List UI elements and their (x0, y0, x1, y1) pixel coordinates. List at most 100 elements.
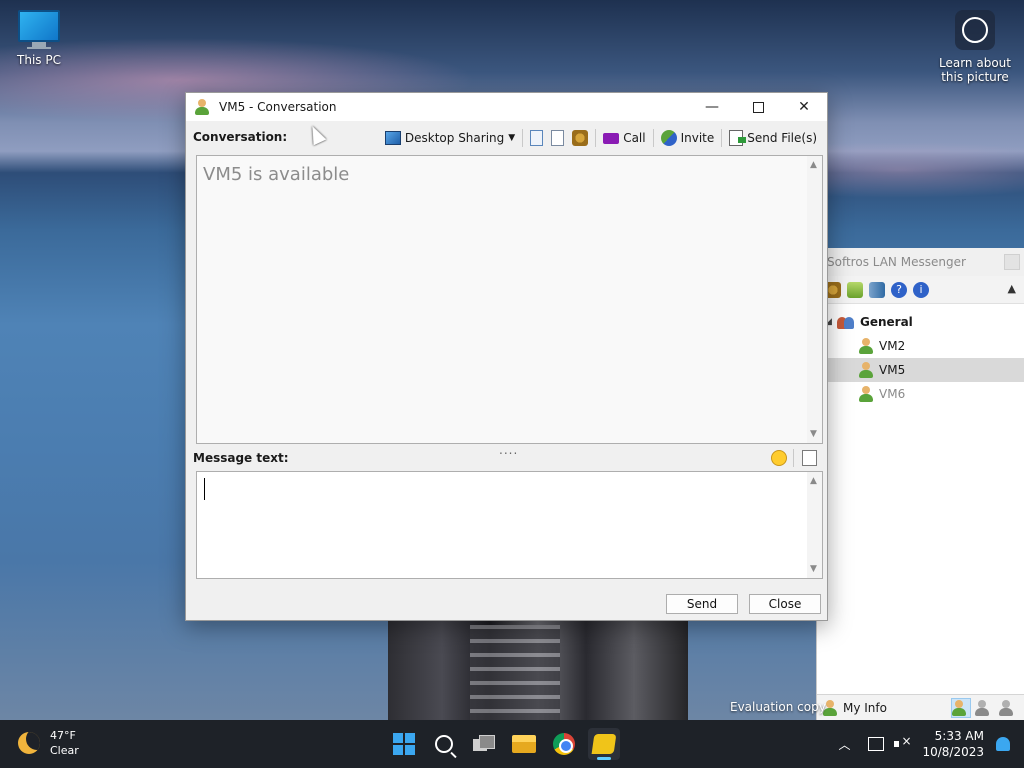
message-scrollbar[interactable]: ▲ ▼ (807, 472, 822, 578)
conversation-scrollbar[interactable]: ▲ ▼ (807, 156, 822, 443)
desktop-sharing-label: Desktop Sharing (404, 131, 505, 145)
system-tray: ︿ 5:33 AM 10/8/2023 (838, 720, 1024, 768)
conversation-window[interactable]: VM5 - Conversation — ✕ Conversation: Des… (185, 92, 828, 621)
desktop-sharing-button[interactable]: Desktop Sharing ▼ (381, 127, 519, 149)
main-window-close-button[interactable] (1004, 254, 1020, 270)
desktop-icon-label: Learn about this picture (939, 56, 1011, 84)
scroll-up-icon[interactable]: ▲ (810, 476, 817, 486)
chat-bubble-icon (591, 734, 617, 754)
network-icon[interactable] (868, 737, 885, 751)
user-offline-icon (999, 699, 1013, 716)
task-view-button[interactable] (468, 728, 500, 760)
chevron-up-icon[interactable]: ▲ (1008, 282, 1016, 295)
conversation-status-message: VM5 is available (203, 164, 350, 185)
evaluation-copy-text: Evaluation copy (730, 700, 826, 714)
conversation-toolbar: Conversation: Desktop Sharing ▼ Call Inv… (186, 126, 829, 150)
status-away-button[interactable] (975, 698, 995, 718)
emoji-icon[interactable] (771, 450, 787, 466)
start-button[interactable] (388, 728, 420, 760)
softros-taskbar-button[interactable] (588, 728, 620, 760)
text-format-icon[interactable] (802, 450, 817, 466)
splitter-handle[interactable]: .... (499, 443, 518, 457)
folder-icon[interactable] (847, 281, 863, 298)
info-doc-button[interactable] (547, 127, 568, 149)
search-icon (435, 735, 453, 753)
invite-label: Invite (680, 131, 715, 145)
tree-user-vm5[interactable]: VM5 (817, 358, 1024, 382)
user-icon (195, 99, 209, 115)
weather-widget[interactable]: 47°F Clear (18, 728, 79, 758)
moon-icon (18, 732, 40, 754)
main-window-titlebar[interactable]: Softros LAN Messenger (817, 248, 1024, 276)
scroll-down-icon[interactable]: ▼ (810, 429, 817, 439)
chrome-icon (553, 733, 575, 755)
contact-tree: ◢ General VM2 VM5 VM6 (817, 304, 1024, 406)
desktop-icon-label: This PC (17, 53, 61, 67)
conversation-titlebar[interactable]: VM5 - Conversation — ✕ (186, 93, 827, 121)
settings-button[interactable] (568, 127, 592, 149)
desktop-sharing-icon (384, 131, 401, 145)
window-title: VM5 - Conversation (219, 100, 337, 114)
my-info-label: My Info (843, 700, 887, 715)
file-explorer-button[interactable] (508, 728, 540, 760)
call-label: Call (623, 131, 646, 145)
user-online-icon (859, 338, 873, 354)
minimize-button[interactable]: — (689, 93, 735, 121)
my-info-button[interactable]: My Info (817, 699, 887, 716)
maximize-button[interactable] (735, 93, 781, 121)
clock-time: 5:33 AM (934, 729, 984, 743)
help-icon[interactable]: ? (891, 281, 907, 298)
chrome-button[interactable] (548, 728, 580, 760)
send-button[interactable]: Send (666, 594, 738, 614)
tree-user-vm2[interactable]: VM2 (817, 334, 1024, 358)
notification-bell-icon[interactable] (996, 737, 1010, 751)
close-button[interactable]: Close (749, 594, 821, 614)
taskbar: 47°F Clear ︿ 5:33 AM 10/8/2023 (0, 720, 1024, 768)
tree-user-vm6[interactable]: VM6 (817, 382, 1024, 406)
user-online-icon (859, 386, 873, 402)
maximize-icon (752, 101, 764, 113)
send-files-button[interactable]: Send File(s) (725, 127, 821, 149)
info-icon[interactable]: i (913, 281, 929, 298)
message-input[interactable]: ▲ ▼ (196, 471, 823, 579)
user-away-icon (975, 699, 989, 716)
show-hidden-icons-chevron-icon[interactable]: ︿ (838, 736, 850, 753)
message-text-label: Message text: (193, 451, 289, 465)
volume-muted-icon[interactable] (894, 734, 912, 751)
invite-users-icon (660, 130, 677, 146)
history-button[interactable] (526, 127, 547, 149)
clock[interactable]: 5:33 AM 10/8/2023 (922, 728, 984, 760)
tree-user-label: VM5 (879, 363, 906, 377)
settings-gear-icon (572, 130, 589, 146)
tree-group-general[interactable]: ◢ General (817, 310, 1024, 334)
user-online-icon (952, 699, 966, 716)
close-window-button[interactable]: ✕ (781, 93, 827, 121)
softros-main-window[interactable]: Softros LAN Messenger ? i ▲ ◢ General VM… (816, 248, 1024, 720)
history-book-icon[interactable] (869, 281, 885, 298)
call-button[interactable]: Call (599, 127, 649, 149)
folder-icon (512, 735, 536, 753)
status-offline-button[interactable] (999, 698, 1019, 718)
windows-logo-icon (393, 733, 415, 755)
invite-button[interactable]: Invite (657, 127, 719, 149)
video-camera-icon (603, 132, 620, 144)
history-icon (530, 130, 544, 146)
tree-user-label: VM6 (879, 387, 906, 401)
desktop-icon-learn-about-picture[interactable]: Learn about this picture (938, 10, 1012, 84)
send-file-icon (729, 130, 747, 146)
desktop-icon-this-pc[interactable]: This PC (10, 10, 68, 67)
monitor-icon (18, 10, 60, 42)
chevron-down-icon: ▼ (508, 133, 516, 143)
conversation-history[interactable]: VM5 is available ▲ ▼ (196, 155, 823, 444)
camera-icon (955, 10, 995, 50)
weather-temp: 47°F (50, 729, 76, 742)
tree-user-label: VM2 (879, 339, 906, 353)
group-icon (837, 315, 855, 329)
weather-condition: Clear (50, 744, 79, 757)
wallpaper-pier-steps (470, 625, 560, 720)
scroll-up-icon[interactable]: ▲ (810, 160, 817, 170)
status-available-button[interactable] (951, 697, 971, 718)
scroll-down-icon[interactable]: ▼ (810, 564, 817, 574)
main-window-title: Softros LAN Messenger (827, 255, 966, 269)
taskbar-search-button[interactable] (428, 728, 460, 760)
